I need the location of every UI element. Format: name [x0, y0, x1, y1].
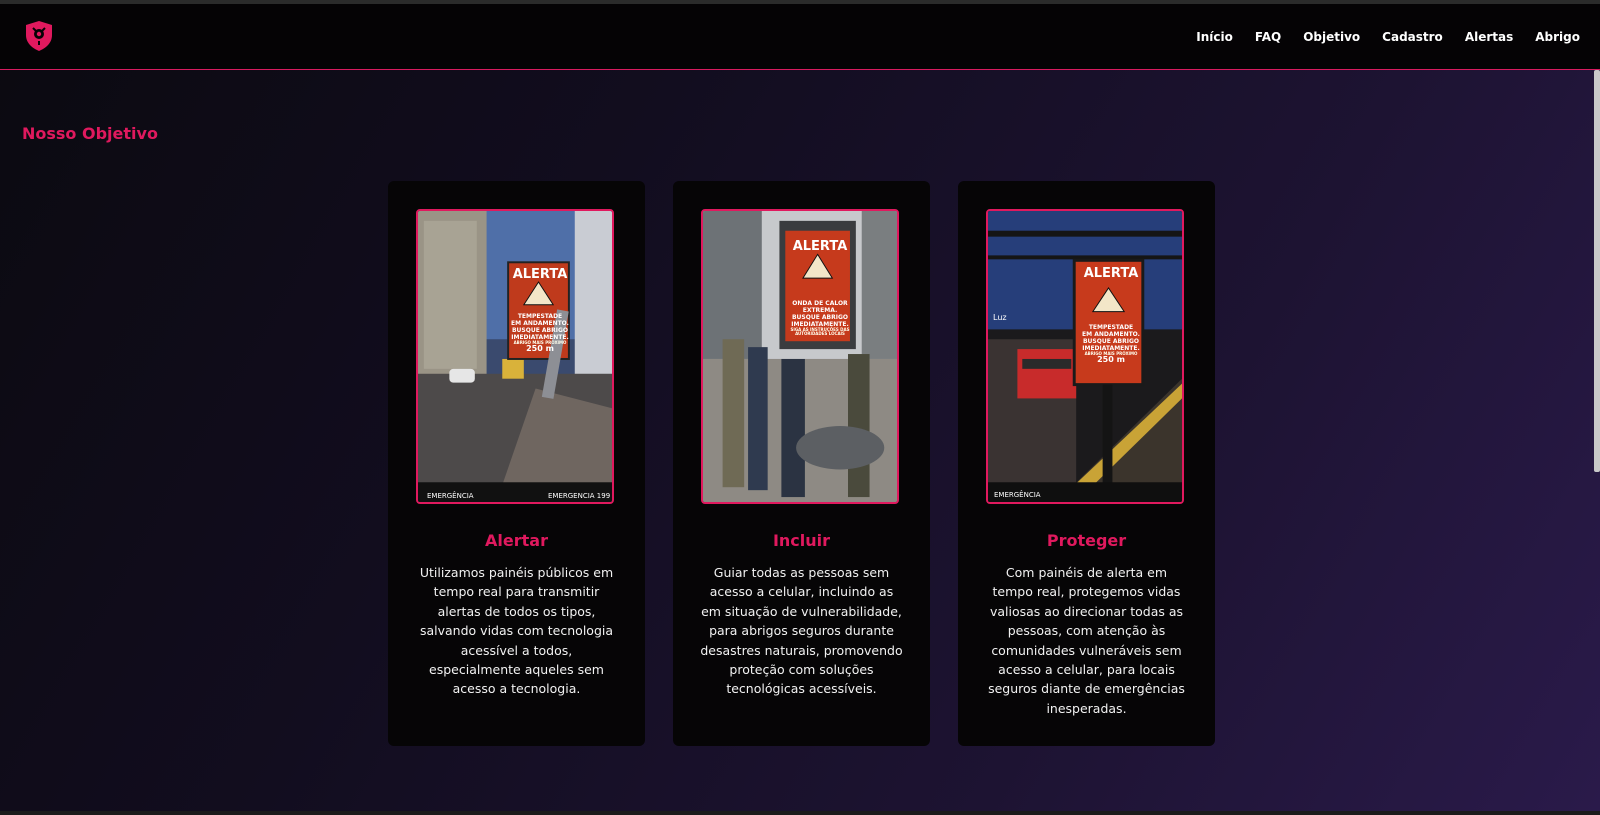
nav-cadastro[interactable]: Cadastro [1382, 30, 1443, 44]
card-title: Alertar [485, 531, 548, 550]
site-header: Início FAQ Objetivo Cadastro Alertas Abr… [0, 4, 1600, 70]
nav-abrigo[interactable]: Abrigo [1535, 30, 1580, 44]
main-nav: Início FAQ Objetivo Cadastro Alertas Abr… [1196, 30, 1580, 44]
sign-title: ALERTA [512, 267, 568, 282]
sign-message: TEMPESTADE EM ANDAMENTO. BUSQUE ABRIGO I… [511, 313, 569, 353]
image-footer-left: EMERGÊNCIA [427, 492, 474, 500]
sign-title: ALERTA [1083, 266, 1139, 281]
window-bottom-bar [0, 811, 1600, 815]
card-title: Proteger [1046, 531, 1127, 550]
card-title: Incluir [772, 531, 831, 550]
sign-title: ALERTA [792, 239, 848, 254]
image-footer-right: EMERGENCIA 199 [548, 492, 611, 500]
card-incluir: Incluir Guiar todas as pessoas sem acess… [673, 181, 930, 746]
card-text: Com painéis de alerta em tempo real, pro… [988, 565, 1185, 716]
nav-faq[interactable]: FAQ [1255, 30, 1281, 44]
shield-alert-icon[interactable] [24, 20, 54, 52]
section-title: Nosso Objetivo [22, 124, 158, 143]
image-footer-left: EMERGÊNCIA [994, 491, 1041, 499]
nav-objetivo[interactable]: Objetivo [1303, 30, 1360, 44]
sign-message: TEMPESTADE EM ANDAMENTO. BUSQUE ABRIGO I… [1082, 324, 1140, 364]
nav-inicio[interactable]: Início [1196, 30, 1233, 44]
nav-alertas[interactable]: Alertas [1465, 30, 1513, 44]
station-label: Luz [993, 313, 1007, 322]
sign-message: ONDA DE CALOR EXTREMA. BUSQUE ABRIGO IME… [790, 300, 850, 336]
card-text: Utilizamos painéis públicos em tempo rea… [419, 565, 614, 697]
page-scrollbar[interactable] [1594, 70, 1600, 472]
card-alertar: Alertar Utilizamos painéis públicos em t… [388, 181, 645, 746]
card-image-alertar [416, 209, 614, 504]
card-text: Guiar todas as pessoas sem acesso a celu… [700, 565, 903, 697]
